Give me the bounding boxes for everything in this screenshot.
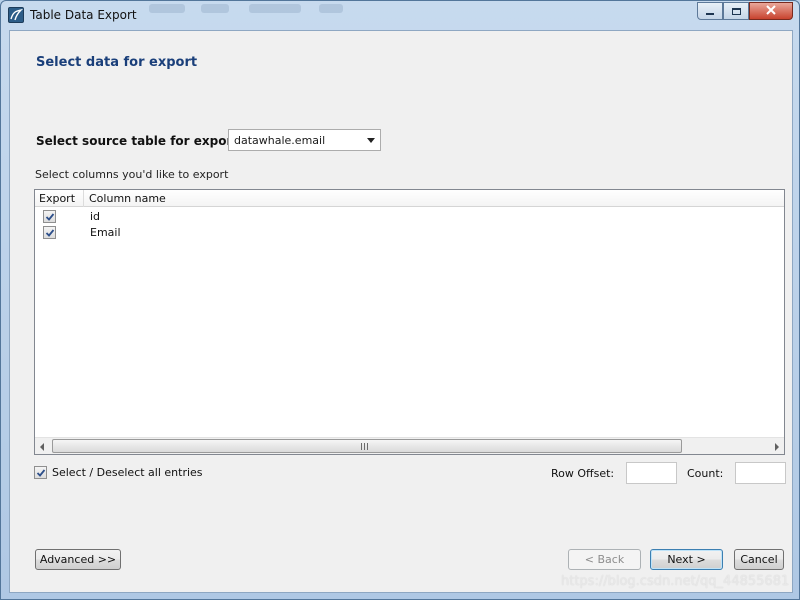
background-menu-item xyxy=(149,4,185,13)
select-all-label[interactable]: Select / Deselect all entries xyxy=(52,466,203,479)
row-offset-input[interactable] xyxy=(626,462,677,484)
minimize-button[interactable] xyxy=(697,2,723,20)
table-row: Email xyxy=(35,224,784,240)
select-all-checkbox[interactable] xyxy=(34,466,47,479)
header-divider[interactable] xyxy=(83,190,84,207)
grip-icon xyxy=(361,443,369,450)
header-column-name[interactable]: Column name xyxy=(89,192,166,205)
window-title: Table Data Export xyxy=(30,8,137,22)
table-data-export-window: Table Data Export Select data for export… xyxy=(0,0,800,600)
maximize-button[interactable] xyxy=(723,2,749,20)
dialog-body: Select data for export Select source tab… xyxy=(9,30,793,593)
background-menu-item xyxy=(319,4,343,13)
minimize-icon xyxy=(706,13,714,15)
cancel-button[interactable]: Cancel xyxy=(734,549,784,570)
next-button[interactable]: Next > xyxy=(650,549,723,570)
column-name-cell: id xyxy=(90,210,101,223)
back-button[interactable]: < Back xyxy=(568,549,641,570)
horizontal-scrollbar[interactable] xyxy=(35,437,784,454)
scroll-left-icon[interactable] xyxy=(40,443,44,451)
scroll-right-icon[interactable] xyxy=(775,443,779,451)
source-table-label: Select source table for export: xyxy=(36,134,243,148)
columns-grid: Export Column name id Email xyxy=(34,189,785,455)
page-title: Select data for export xyxy=(36,55,198,70)
title-bar[interactable]: Table Data Export xyxy=(1,1,800,29)
scrollbar-thumb[interactable] xyxy=(52,439,682,453)
row-offset-label: Row Offset: xyxy=(551,467,615,480)
background-menu-item xyxy=(201,4,229,13)
source-table-value: datawhale.email xyxy=(234,134,326,147)
checkmark-icon xyxy=(36,469,46,477)
header-export[interactable]: Export xyxy=(39,192,75,205)
checkmark-icon xyxy=(45,213,55,221)
source-table-select[interactable]: datawhale.email xyxy=(228,129,381,151)
close-button[interactable] xyxy=(749,2,793,20)
count-input[interactable] xyxy=(735,462,786,484)
checkmark-icon xyxy=(45,229,55,237)
watermark-text: https://blog.csdn.net/qq_44855681 xyxy=(561,574,790,589)
count-label: Count: xyxy=(687,467,724,480)
caption-buttons xyxy=(697,2,793,20)
table-row: id xyxy=(35,208,784,224)
chevron-down-icon xyxy=(367,138,375,143)
columns-label: Select columns you'd like to export xyxy=(35,168,229,181)
advanced-button[interactable]: Advanced >> xyxy=(35,549,121,570)
column-name-cell: Email xyxy=(90,226,121,239)
background-menu-item xyxy=(249,4,301,13)
export-checkbox[interactable] xyxy=(43,210,56,223)
export-checkbox[interactable] xyxy=(43,226,56,239)
grid-header: Export Column name xyxy=(35,190,784,207)
maximize-icon xyxy=(731,7,741,15)
close-icon xyxy=(766,4,776,18)
app-icon xyxy=(8,7,24,23)
